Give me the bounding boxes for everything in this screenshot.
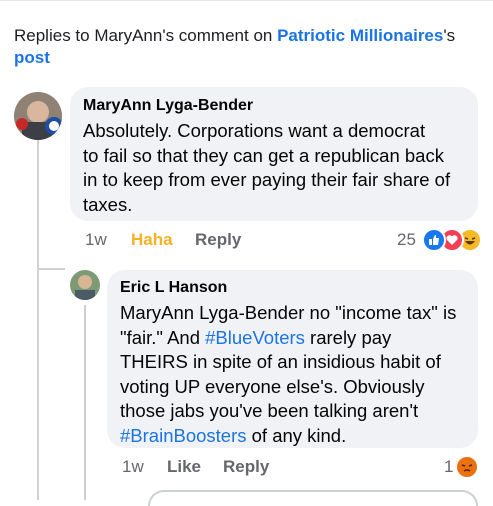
text-line: #BrainBoosters of any kind. (120, 424, 476, 449)
reply-input-box[interactable] (148, 490, 478, 506)
text-line: taxes. (83, 193, 133, 215)
thread-line-branch (37, 268, 65, 270)
text-line: THEIRS in spite of an insidious habit of (120, 351, 441, 372)
reaction-count[interactable]: 1 (444, 457, 453, 477)
hashtag-brainboosters[interactable]: #BrainBoosters (120, 425, 246, 446)
reply-actions: 1w Like Reply 1 (0, 457, 493, 479)
text-line: in to keep from ever paying their fair s… (83, 169, 451, 190)
text-line: to fail so that they can get a republica… (83, 144, 444, 166)
text-segment: rarely pay (304, 326, 392, 348)
avatar[interactable] (70, 270, 100, 300)
reply-author[interactable]: Eric L Hanson (120, 279, 227, 297)
avatar-image (14, 92, 62, 140)
haha-reaction-button[interactable]: Haha (131, 230, 173, 250)
comment-time[interactable]: 1w (85, 230, 107, 250)
angry-icon[interactable] (455, 455, 479, 479)
like-button[interactable]: Like (167, 457, 201, 477)
text-segment: "fair." And (120, 326, 206, 348)
reply-button[interactable]: Reply (195, 230, 241, 250)
avatar-image (70, 270, 100, 300)
text-line: voting UP everyone else's. Obviously (120, 375, 425, 397)
header-suffix: 's (443, 26, 456, 45)
replies-header: Replies to MaryAnn's comment on Patrioti… (14, 25, 474, 69)
comment-bubble: MaryAnn Lyga-Bender Absolutely. Corporat… (70, 87, 478, 221)
comment-text: Absolutely. Corporations want a democrat… (83, 119, 478, 217)
text-segment: of any kind. (246, 424, 347, 446)
reply-button[interactable]: Reply (223, 457, 269, 477)
thread-line-main (37, 140, 39, 500)
reply-text: MaryAnn Lyga-Bender no "income tax" is "… (120, 301, 476, 448)
text-line: those jabs you've been talking aren't (120, 400, 419, 421)
comment-actions: 1w Haha Reply 25 (0, 230, 493, 252)
text-line: "fair." And #BlueVoters rarely pay (120, 326, 476, 351)
comment-author[interactable]: MaryAnn Lyga-Bender (83, 97, 253, 115)
reply-bubble: Eric L Hanson MaryAnn Lyga-Bender no "in… (107, 270, 478, 448)
page-link[interactable]: Patriotic Millionaires (277, 26, 443, 45)
avatar[interactable] (14, 92, 62, 140)
hashtag-bluevoters[interactable]: #BlueVoters (205, 327, 305, 348)
text-line: MaryAnn Lyga-Bender no "income tax" is (120, 302, 457, 323)
reply-time[interactable]: 1w (122, 457, 144, 477)
like-icon[interactable] (422, 228, 446, 252)
reaction-count[interactable]: 25 (397, 230, 416, 250)
top-divider (0, 0, 493, 1)
header-prefix: Replies to MaryAnn's comment on (14, 26, 278, 45)
post-link[interactable]: post (14, 48, 50, 67)
text-line: Absolutely. Corporations want a democrat (83, 120, 426, 141)
